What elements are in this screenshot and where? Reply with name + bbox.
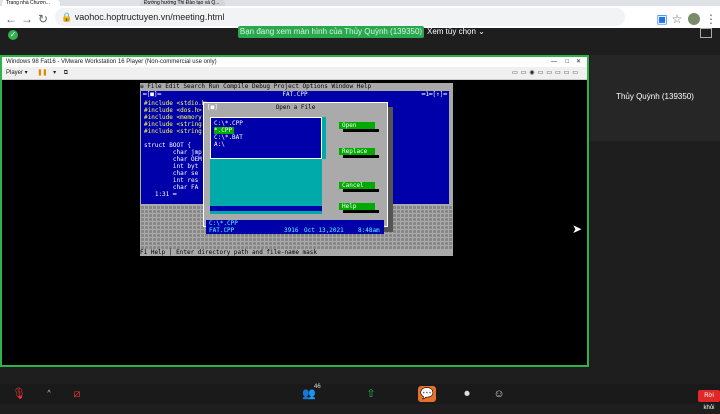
list-scrollbar[interactable]	[322, 117, 326, 159]
list-item[interactable]: C:\*.CPP	[214, 120, 243, 127]
replace-button[interactable]: Replace	[339, 148, 375, 155]
fullscreen-icon[interactable]	[700, 28, 712, 38]
editor-title-text: FAT.CPP	[282, 91, 308, 98]
cursor-position: 1:31 ═	[144, 191, 177, 198]
view-options-button[interactable]: Xem tùy chọn ⌄	[427, 26, 485, 38]
reactions-icon[interactable]: ☺	[490, 386, 508, 402]
code-line: char jmp	[144, 149, 202, 156]
mic-muted-icon[interactable]: 🎙	[10, 386, 28, 402]
vm-title: Windows 98 Fat16 - VMware Workstation 16…	[6, 59, 217, 65]
list-item[interactable]: A:\	[214, 141, 225, 148]
url-text: vaohoc.hoptructuyen.vn/meeting.html	[74, 12, 225, 22]
dos-status-bar: F1 Help │ Enter directory path and file-…	[140, 249, 453, 256]
help-button[interactable]: Help	[339, 203, 375, 210]
send-keys-icon[interactable]: ⧉	[64, 70, 68, 76]
button-shadow	[343, 210, 379, 213]
leave-button[interactable]: Rời khỏi	[698, 390, 720, 411]
device-icons[interactable]: ▭▭◉▭▭▭▭▭	[512, 67, 581, 79]
close-icon[interactable]: ✕	[576, 57, 581, 67]
info-size: 3916	[284, 227, 299, 234]
button-shadow	[343, 155, 379, 158]
open-file-dialog: [■] Open a File C:\*.CPP *.CPP C:\*.BAT …	[203, 102, 388, 234]
button-shadow	[343, 129, 379, 132]
info-date: Oct 13,2021	[304, 227, 344, 234]
dos-menu-bar[interactable]: ≡ File Edit Search Run Compile Debug Pro…	[140, 83, 453, 90]
mouse-cursor-icon: ➤	[572, 222, 583, 236]
lock-icon: 🔒	[61, 12, 73, 22]
open-button[interactable]: Open	[339, 122, 375, 129]
share-banner: Bạn đang xem màn hình của Thủy Quỳnh (13…	[238, 26, 424, 38]
editor-title: ═[■]═ FAT.CPP ═1═[↑]═	[141, 91, 449, 98]
code-line: struct BOOT {	[144, 142, 191, 149]
forward-icon[interactable]: →	[20, 12, 34, 26]
dialog-title-text: Open a File	[275, 104, 316, 111]
share-screen-icon[interactable]: ⇧	[362, 386, 380, 402]
code-line: char OEM	[144, 156, 202, 163]
vm-toolbar: Player ▾ ❚❚ ▾ ⧉ ▭▭◉▭▭▭▭▭	[2, 67, 587, 80]
list-item[interactable]: C:\*.BAT	[214, 134, 243, 141]
video-off-icon[interactable]: ⧄	[68, 386, 86, 402]
dos-screen: ≡ File Edit Search Run Compile Debug Pro…	[140, 83, 453, 256]
filename-list[interactable]: C:\*.CPP *.CPP C:\*.BAT A:\	[210, 117, 322, 159]
dialog-title: [■] Open a File	[204, 104, 387, 111]
player-menu[interactable]: Player ▾	[6, 70, 28, 76]
editor-close-marker[interactable]: ═[■]═	[143, 91, 161, 98]
menu-icon[interactable]: ⋮	[704, 12, 718, 26]
info-path: C:\*.CPP	[209, 220, 238, 227]
mic-options-icon[interactable]: ^	[40, 386, 58, 402]
url-field[interactable]: 🔒 vaohoc.hoptructuyen.vn/meeting.html	[55, 8, 625, 26]
chat-icon[interactable]: 💬	[418, 386, 436, 402]
file-info-bar: C:\*.CPP FAT.CPP 3916 Oct 13,2021 8:48am	[206, 220, 384, 234]
code-line: #include <stdio.h>	[144, 100, 210, 107]
info-file: FAT.CPP	[209, 227, 235, 234]
reload-icon[interactable]: ↻	[36, 12, 50, 26]
pause-icon[interactable]: ❚❚	[37, 70, 47, 76]
button-shadow	[343, 189, 379, 192]
star-icon[interactable]: ☆	[670, 12, 684, 26]
camera-icon[interactable]: ▣	[655, 12, 669, 26]
maximize-icon[interactable]: □	[565, 57, 569, 67]
code-line: int byt	[144, 163, 199, 170]
cancel-button[interactable]: Cancel	[339, 182, 375, 189]
editor-window-marker[interactable]: ═1═[↑]═	[422, 91, 447, 98]
list-item-selected[interactable]: *.CPP	[214, 127, 235, 134]
minimize-icon[interactable]: —	[551, 57, 557, 67]
code-line: #include <dos.h>	[144, 107, 202, 114]
participant-count: 46	[314, 384, 321, 390]
back-icon[interactable]: ←	[4, 12, 18, 26]
vm-title-bar: Windows 98 Fat16 - VMware Workstation 16…	[2, 57, 587, 67]
info-time: 8:48am	[358, 227, 380, 234]
dropdown-icon[interactable]: ▾	[53, 70, 56, 76]
horizontal-scrollbar[interactable]	[210, 206, 322, 211]
code-line: char FA	[144, 184, 199, 191]
avatar[interactable]	[688, 13, 700, 25]
meeting-toolbar: 🎙 ^ ⧄ 👥 46 ⇧ 💬 ⏺ ☺ Rời khỏi	[0, 384, 720, 411]
participant-video[interactable]: Thủy Quỳnh (139350)	[590, 55, 720, 141]
dialog-close-icon[interactable]: [■]	[207, 104, 218, 111]
code-line: char se	[144, 170, 199, 177]
code-line: int res	[144, 177, 199, 184]
record-icon[interactable]: ⏺	[458, 386, 476, 402]
shield-check-icon: ✓	[8, 30, 18, 40]
participant-name: Thủy Quỳnh (139350)	[616, 92, 694, 101]
